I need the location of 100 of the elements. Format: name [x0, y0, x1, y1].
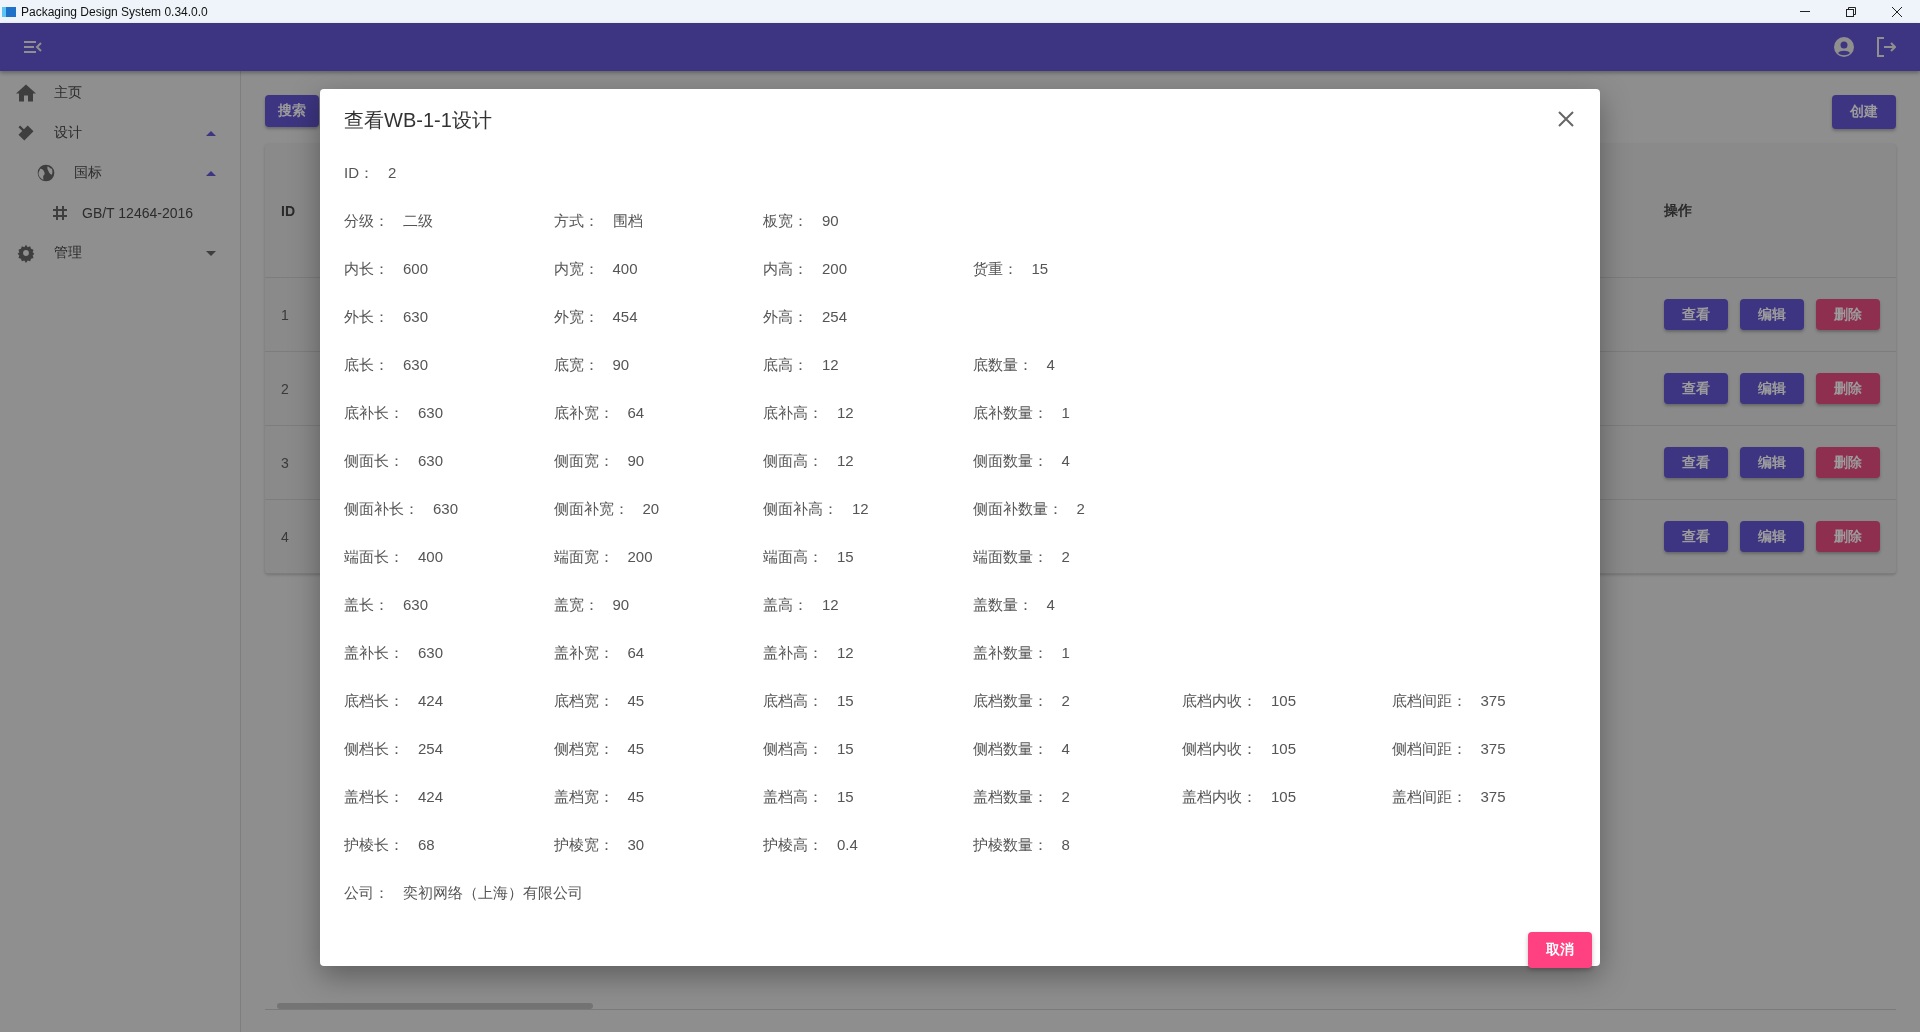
field-label: 盖长： [344, 596, 389, 615]
action-button[interactable]: 编辑 [1740, 299, 1804, 330]
field-value: 0.4 [837, 836, 858, 855]
field-value: 424 [418, 692, 444, 711]
field-value: 400 [612, 260, 638, 279]
field-label: 底长： [344, 356, 389, 375]
field-value: 2 [1061, 788, 1070, 807]
field-label: 侧面宽： [553, 452, 614, 471]
field-label: 侧档数量： [972, 740, 1048, 759]
field-value: 2 [1076, 500, 1085, 519]
field-label: 外宽： [553, 308, 599, 327]
field-value: 68 [418, 836, 435, 855]
action-button[interactable]: 查看 [1664, 373, 1728, 404]
field-label: 端面数量： [972, 548, 1048, 567]
sidebar-item[interactable]: 国标 [0, 153, 240, 193]
field-label: 盖档长： [344, 788, 404, 807]
field-label: 侧面补宽： [553, 500, 629, 519]
sidebar-item[interactable]: 管理 [0, 233, 240, 273]
delete-button[interactable]: 删除 [1816, 447, 1880, 478]
field-value: 二级 [403, 212, 433, 231]
field-label: 方式： [553, 212, 599, 231]
delete-button[interactable]: 删除 [1816, 299, 1880, 330]
field-value: 375 [1480, 788, 1506, 807]
column-header: 操作 [1664, 201, 1692, 220]
sidebar-item[interactable]: 主页 [0, 73, 240, 113]
table-cell: 4 [281, 528, 289, 545]
field-value: 105 [1271, 788, 1297, 807]
field-label: 端面宽： [553, 548, 614, 567]
field-label: 盖补高： [763, 644, 823, 663]
field-label: 底宽： [553, 356, 599, 375]
field-label: 侧档高： [763, 740, 823, 759]
field-value: 600 [403, 260, 429, 279]
action-button[interactable]: 编辑 [1740, 521, 1804, 552]
field-label: 底档高： [763, 692, 823, 711]
close-icon[interactable] [1892, 6, 1902, 17]
field-value: 奕初网络（上海）有限公司 [403, 884, 583, 903]
table-cell: 3 [281, 454, 289, 471]
delete-button[interactable]: 删除 [1816, 521, 1880, 552]
field-value: 15 [1031, 260, 1049, 279]
field-value: 630 [403, 356, 429, 375]
field-label: 盖档高： [763, 788, 823, 807]
field-label: 货重： [972, 260, 1018, 279]
action-button[interactable]: 查看 [1664, 521, 1728, 552]
field-value: 2 [1061, 548, 1070, 567]
field-value: 20 [642, 500, 660, 519]
sidebar-item[interactable]: 设计 [0, 113, 240, 153]
field-label: 侧面补高： [763, 500, 838, 519]
settings-icon [16, 243, 36, 263]
field-value: 1 [1061, 404, 1070, 423]
sidebar-item[interactable]: GB/T 12464-2016 [0, 193, 240, 233]
menu-collapse-icon[interactable] [24, 41, 42, 53]
scrollbar-thumb[interactable] [277, 1003, 593, 1009]
field-label: 护棱高： [763, 836, 823, 855]
field-value: 375 [1480, 740, 1506, 759]
field-value: 630 [418, 452, 444, 471]
field-label: 盖数量： [972, 596, 1033, 615]
account-icon[interactable] [1834, 37, 1854, 57]
field-value: 45 [627, 740, 645, 759]
field-label: 侧档宽： [553, 740, 614, 759]
field-value: 630 [433, 500, 459, 519]
field-value: 630 [403, 596, 429, 615]
field-value: 64 [627, 644, 645, 663]
field-label: 侧面补数量： [972, 500, 1063, 519]
field-value: 4 [1061, 740, 1070, 759]
field-value: 15 [837, 692, 854, 711]
field-label: 底补数量： [972, 404, 1048, 423]
globe-icon [36, 163, 56, 183]
logout-icon[interactable] [1876, 37, 1896, 57]
action-button[interactable]: 编辑 [1740, 373, 1804, 404]
app-logo-icon [2, 6, 16, 17]
restore-icon[interactable] [1846, 6, 1856, 17]
field-label: 盖补数量： [972, 644, 1048, 663]
column-header: ID [281, 202, 295, 219]
close-button[interactable] [1558, 111, 1576, 129]
cancel-button[interactable]: 取消 [1528, 932, 1592, 968]
create-button[interactable]: 创建 [1832, 95, 1896, 129]
field-value: 8 [1061, 836, 1070, 855]
field-value: 90 [822, 212, 839, 231]
field-value: 45 [627, 692, 645, 711]
field-label: 底补高： [763, 404, 823, 423]
field-value: 1 [1061, 644, 1070, 663]
field-value: 12 [837, 644, 854, 663]
search-button[interactable]: 搜索 [265, 95, 319, 127]
field-label: 公司： [344, 884, 389, 903]
field-label: 外长： [344, 308, 389, 327]
field-value: 4 [1061, 452, 1070, 471]
action-button[interactable]: 查看 [1664, 299, 1728, 330]
action-button[interactable]: 编辑 [1740, 447, 1804, 478]
field-label: 底档长： [344, 692, 404, 711]
field-value: 12 [852, 500, 869, 519]
field-value: 200 [627, 548, 653, 567]
field-value: 45 [627, 788, 645, 807]
field-value: 64 [627, 404, 645, 423]
field-value: 630 [418, 404, 444, 423]
delete-button[interactable]: 删除 [1816, 373, 1880, 404]
field-label: 盖档宽： [553, 788, 614, 807]
field-value: 15 [837, 788, 854, 807]
action-button[interactable]: 查看 [1664, 447, 1728, 478]
field-label: 端面高： [763, 548, 823, 567]
field-label: 盖档间距： [1391, 788, 1467, 807]
